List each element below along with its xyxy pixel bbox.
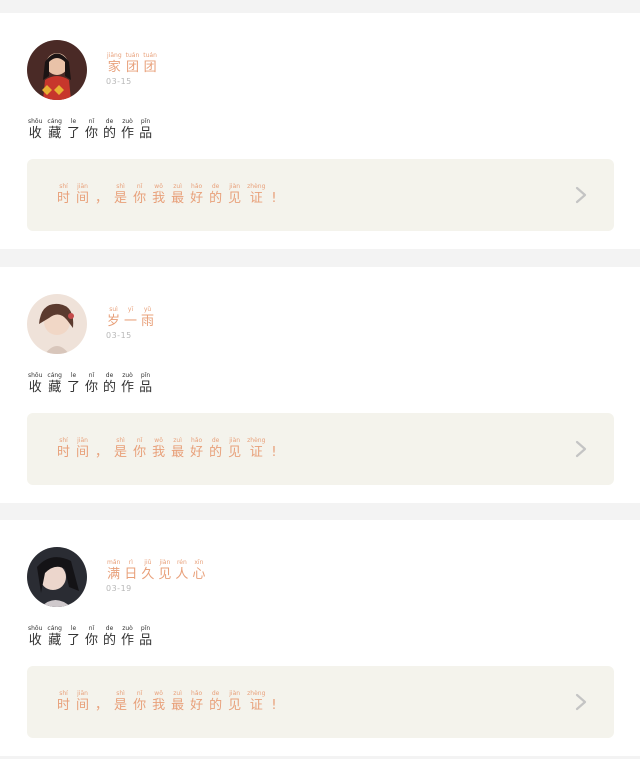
- message-char: shōu 收: [28, 118, 43, 141]
- link-char: zuì 最: [171, 690, 185, 713]
- link-char: zuì 最: [171, 437, 185, 460]
- message-char: pǐn 品: [139, 118, 153, 141]
- name-char: rén 人: [175, 559, 189, 582]
- link-char: shí 时: [57, 183, 71, 206]
- name-char: tuán 团: [125, 52, 140, 75]
- name-char: yǔ 雨: [141, 306, 155, 329]
- user-name[interactable]: mǎn 满 rì 日 jiǔ 久 jiàn 见 rén 人 xīn 心: [107, 559, 206, 582]
- name-char: suì 岁: [107, 306, 121, 329]
- user-avatar[interactable]: [27, 294, 87, 354]
- message-char: le 了: [67, 625, 81, 648]
- user-name[interactable]: suì 岁 yī 一 yǔ 雨: [107, 306, 155, 329]
- link-char: de 的: [209, 183, 223, 206]
- link-char: hǎo 好: [190, 437, 204, 460]
- message-char: zuò 作: [121, 118, 135, 141]
- name-char: mǎn 满: [107, 559, 121, 582]
- name-char: yī 一: [124, 306, 138, 329]
- link-char: jiàn 见: [228, 437, 242, 460]
- link-char: nǐ 你: [133, 437, 147, 460]
- link-char: de 的: [209, 690, 223, 713]
- link-char: jiān 间: [76, 690, 90, 713]
- post-card: mǎn 满 rì 日 jiǔ 久 jiàn 见 rén 人 xīn 心 03-19 shōu…: [0, 520, 640, 756]
- name-char: tuán 团: [143, 52, 157, 75]
- link-char: !: [271, 698, 277, 713]
- work-link-card[interactable]: shí 时 jiān 间 ， shì 是 nǐ 你 wǒ 我 zuì 最 hǎo 好 de 的 …: [27, 413, 614, 485]
- user-avatar[interactable]: [27, 40, 87, 100]
- link-char: nǐ 你: [133, 690, 147, 713]
- post-card: jiāng 家 tuán 团 tuán 团 03-15 shōu 收 cáng 藏 le 了…: [0, 13, 640, 249]
- link-char: jiān 间: [76, 437, 90, 460]
- name-char: jiàn 见: [158, 559, 172, 582]
- work-link-text: shí 时 jiān 间 ， shì 是 nǐ 你 wǒ 我 zuì 最 hǎo 好 de 的 …: [57, 690, 277, 713]
- post-message: shōu 收 cáng 藏 le 了 nǐ 你 de 的 zuò 作 pǐn 品: [28, 372, 153, 395]
- link-char: hǎo 好: [190, 183, 204, 206]
- chevron-right-icon[interactable]: [574, 186, 588, 204]
- message-char: shōu 收: [28, 372, 43, 395]
- link-char: !: [271, 191, 277, 206]
- link-char: ，: [95, 445, 109, 460]
- link-char: ，: [95, 698, 109, 713]
- work-link-text: shí 时 jiān 间 ， shì 是 nǐ 你 wǒ 我 zuì 最 hǎo 好 de 的 …: [57, 183, 277, 206]
- message-char: de 的: [103, 625, 117, 648]
- link-char: jiān 间: [76, 183, 90, 206]
- message-char: pǐn 品: [139, 625, 153, 648]
- link-char: wǒ 我: [152, 183, 166, 206]
- link-char: nǐ 你: [133, 183, 147, 206]
- message-char: de 的: [103, 118, 117, 141]
- message-char: le 了: [67, 118, 81, 141]
- post-date: 03-15: [106, 77, 132, 86]
- link-char: shì 是: [114, 183, 128, 206]
- link-char: wǒ 我: [152, 690, 166, 713]
- link-char: hǎo 好: [190, 690, 204, 713]
- message-char: cáng 藏: [47, 625, 62, 648]
- user-name[interactable]: jiāng 家 tuán 团 tuán 团: [107, 52, 157, 75]
- link-char: zhèng 证: [247, 437, 266, 460]
- message-char: nǐ 你: [85, 625, 99, 648]
- user-avatar[interactable]: [27, 547, 87, 607]
- work-link-card[interactable]: shí 时 jiān 间 ， shì 是 nǐ 你 wǒ 我 zuì 最 hǎo 好 de 的 …: [27, 159, 614, 231]
- post-message: shōu 收 cáng 藏 le 了 nǐ 你 de 的 zuò 作 pǐn 品: [28, 625, 153, 648]
- name-char: jiǔ 久: [141, 559, 155, 582]
- link-char: zhèng 证: [247, 690, 266, 713]
- link-char: de 的: [209, 437, 223, 460]
- link-char: jiàn 见: [228, 183, 242, 206]
- message-char: cáng 藏: [47, 372, 62, 395]
- work-link-card[interactable]: shí 时 jiān 间 ， shì 是 nǐ 你 wǒ 我 zuì 最 hǎo 好 de 的 …: [27, 666, 614, 738]
- link-char: shí 时: [57, 437, 71, 460]
- message-char: zuò 作: [121, 372, 135, 395]
- message-char: le 了: [67, 372, 81, 395]
- link-char: zuì 最: [171, 183, 185, 206]
- message-char: nǐ 你: [85, 118, 99, 141]
- link-char: shí 时: [57, 690, 71, 713]
- post-date: 03-19: [106, 584, 132, 593]
- name-char: jiāng 家: [107, 52, 122, 75]
- link-char: shì 是: [114, 437, 128, 460]
- message-char: cáng 藏: [47, 118, 62, 141]
- message-char: pǐn 品: [139, 372, 153, 395]
- message-char: shōu 收: [28, 625, 43, 648]
- chevron-right-icon[interactable]: [574, 440, 588, 458]
- activity-feed: jiāng 家 tuán 团 tuán 团 03-15 shōu 收 cáng 藏 le 了…: [0, 0, 640, 759]
- link-char: zhèng 证: [247, 183, 266, 206]
- chevron-right-icon[interactable]: [574, 693, 588, 711]
- post-card: suì 岁 yī 一 yǔ 雨 03-15 shōu 收 cáng 藏 le 了 nǐ 你 d…: [0, 267, 640, 503]
- message-char: nǐ 你: [85, 372, 99, 395]
- name-char: xīn 心: [192, 559, 206, 582]
- link-char: wǒ 我: [152, 437, 166, 460]
- message-char: de 的: [103, 372, 117, 395]
- name-char: rì 日: [124, 559, 138, 582]
- work-link-text: shí 时 jiān 间 ， shì 是 nǐ 你 wǒ 我 zuì 最 hǎo 好 de 的 …: [57, 437, 277, 460]
- message-char: zuò 作: [121, 625, 135, 648]
- link-char: !: [271, 445, 277, 460]
- link-char: shì 是: [114, 690, 128, 713]
- link-char: jiàn 见: [228, 690, 242, 713]
- link-char: ，: [95, 191, 109, 206]
- post-date: 03-15: [106, 331, 132, 340]
- post-message: shōu 收 cáng 藏 le 了 nǐ 你 de 的 zuò 作 pǐn 品: [28, 118, 153, 141]
